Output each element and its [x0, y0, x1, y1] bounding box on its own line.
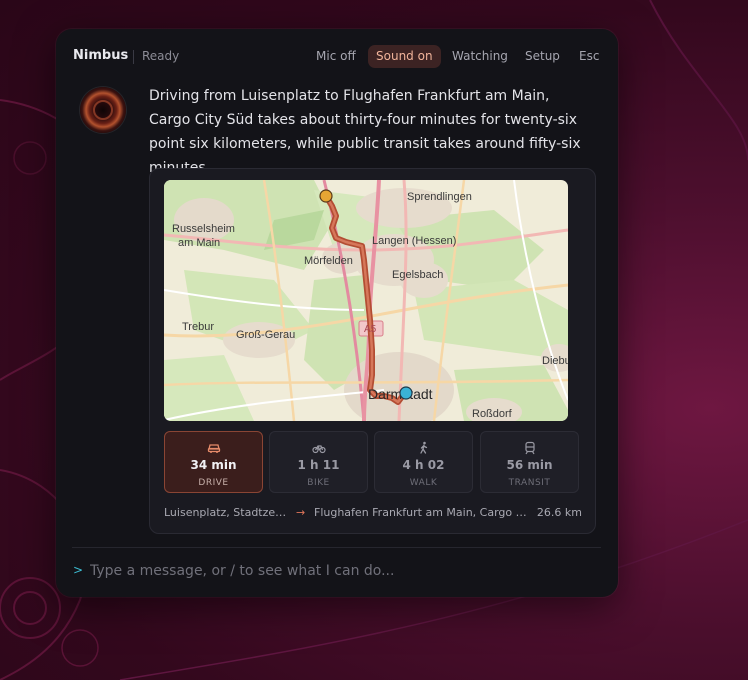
- map-label-langen: Langen (Hessen): [372, 235, 456, 247]
- mode-transit-time: 56 min: [506, 458, 553, 472]
- message-input[interactable]: [90, 559, 590, 583]
- map-label-morfelden: Mörfelden: [304, 255, 353, 267]
- mode-bike[interactable]: 1 h 11 BIKE: [269, 431, 368, 493]
- map-label-sprendlingen: Sprendlingen: [407, 191, 472, 203]
- map-label-trebur: Trebur: [182, 321, 214, 333]
- car-icon: [207, 444, 221, 453]
- map-label-a5: A5: [364, 324, 377, 335]
- route-end-marker: [399, 386, 413, 400]
- assistant-avatar: [80, 87, 126, 133]
- route-card: Sprendlingen Russelsheim am Main Langen …: [149, 168, 596, 534]
- setup-button[interactable]: Setup: [517, 45, 568, 68]
- route-start-marker: [319, 189, 333, 203]
- input-divider: [72, 547, 601, 548]
- assistant-message: Driving from Luisenplatz to Flughafen Fr…: [149, 88, 581, 176]
- map-label-russelsheim-am-main: am Main: [178, 237, 220, 249]
- status-text: Ready: [142, 49, 180, 63]
- walk-icon: [420, 441, 428, 454]
- bike-icon: [312, 445, 326, 454]
- mode-transit[interactable]: 56 min TRANSIT: [480, 431, 579, 493]
- assistant-panel: Nimbus Ready Mic off Sound on Watching S…: [56, 29, 618, 597]
- map-label-gross-gerau: Groß-Gerau: [236, 329, 295, 341]
- mode-transit-label: TRANSIT: [508, 478, 551, 488]
- mode-bike-label: BIKE: [307, 478, 330, 488]
- map-label-egelsbach: Egelsbach: [392, 269, 443, 281]
- title-separator: [133, 50, 134, 64]
- mic-toggle-button[interactable]: Mic off: [308, 45, 364, 68]
- mode-drive-time: 34 min: [190, 458, 237, 472]
- mode-bike-time: 1 h 11: [297, 458, 340, 472]
- route-arrow-icon: →: [296, 506, 306, 519]
- map-canvas: Sprendlingen Russelsheim am Main Langen …: [164, 180, 568, 421]
- travel-mode-selector: 34 min DRIVE 1 h 11 BIKE 4 h 02 WALK 56 …: [164, 431, 582, 495]
- map-label-rossdorf: Roßdorf: [472, 408, 513, 420]
- route-summary: Luisenplatz, Stadtzentrum, Darmstadt → F…: [164, 506, 582, 522]
- app-name: Nimbus: [73, 48, 129, 63]
- top-bar: Nimbus Ready Mic off Sound on Watching S…: [56, 29, 618, 85]
- prompt-chevron-icon: >: [73, 563, 84, 577]
- map-label-dieburg: Diebu: [542, 355, 568, 367]
- route-distance: 26.6 km: [536, 506, 582, 519]
- sound-toggle-button[interactable]: Sound on: [368, 45, 441, 68]
- train-icon: [525, 441, 535, 455]
- mode-walk-time: 4 h 02: [402, 458, 445, 472]
- route-origin: Luisenplatz, Stadtzentrum, Darmstadt: [164, 506, 288, 519]
- escape-button[interactable]: Esc: [571, 45, 607, 68]
- mode-drive-label: DRIVE: [198, 478, 229, 488]
- route-destination: Flughafen Frankfurt am Main, Cargo City …: [314, 506, 534, 519]
- mode-walk[interactable]: 4 h 02 WALK: [374, 431, 473, 493]
- watching-toggle-button[interactable]: Watching: [444, 45, 516, 68]
- route-map[interactable]: Sprendlingen Russelsheim am Main Langen …: [164, 180, 568, 421]
- mode-drive[interactable]: 34 min DRIVE: [164, 431, 263, 493]
- mode-walk-label: WALK: [409, 478, 438, 488]
- map-label-russelsheim: Russelsheim: [172, 223, 235, 235]
